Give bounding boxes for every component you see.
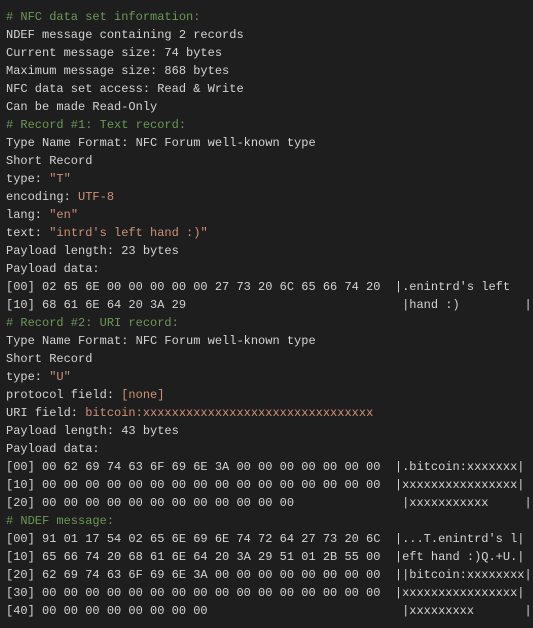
- terminal-line: [20] 62 69 74 63 6F 69 6E 3A 00 00 00 00…: [6, 566, 527, 584]
- field-value: bitcoin:xxxxxxxxxxxxxxxxxxxxxxxxxxxxxxxx: [78, 406, 373, 420]
- field-value: "T": [42, 172, 71, 186]
- terminal-line: type: "U": [6, 368, 527, 386]
- terminal-line: Short Record: [6, 350, 527, 368]
- field-label: URI field:: [6, 406, 78, 420]
- terminal-line: [10] 68 61 6E 64 20 3A 29 |hand :) |: [6, 296, 527, 314]
- terminal-line: Type Name Format: NFC Forum well-known t…: [6, 332, 527, 350]
- terminal-line: Payload length: 43 bytes: [6, 422, 527, 440]
- field-label: encoding:: [6, 190, 71, 204]
- terminal-line: [40] 00 00 00 00 00 00 00 00 |xxxxxxxxx …: [6, 602, 527, 620]
- terminal-line: Payload data:: [6, 260, 527, 278]
- terminal-line: [30] 00 00 00 00 00 00 00 00 00 00 00 00…: [6, 584, 527, 602]
- field-label: type:: [6, 370, 42, 384]
- terminal-line: [10] 00 00 00 00 00 00 00 00 00 00 00 00…: [6, 476, 527, 494]
- terminal-line: [00] 91 01 17 54 02 65 6E 69 6E 74 72 64…: [6, 530, 527, 548]
- field-value: "intrd's left hand :)": [42, 226, 208, 240]
- terminal-line: lang: "en": [6, 206, 527, 224]
- field-value: "U": [42, 370, 71, 384]
- field-value: UTF-8: [71, 190, 114, 204]
- terminal-line: # NDEF message:: [6, 512, 527, 530]
- field-value: "en": [42, 208, 78, 222]
- terminal-line: Maximum message size: 868 bytes: [6, 62, 527, 80]
- terminal-line: protocol field: [none]: [6, 386, 527, 404]
- field-label: text:: [6, 226, 42, 240]
- terminal-line: Current message size: 74 bytes: [6, 44, 527, 62]
- terminal-line: Payload data:: [6, 440, 527, 458]
- field-value: [none]: [114, 388, 164, 402]
- terminal-line: # Record #2: URI record:: [6, 314, 527, 332]
- terminal-line: type: "T": [6, 170, 527, 188]
- terminal-line: # NFC data set information:: [6, 8, 527, 26]
- terminal-line: [10] 65 66 74 20 68 61 6E 64 20 3A 29 51…: [6, 548, 527, 566]
- field-label: type:: [6, 172, 42, 186]
- terminal-line: NFC data set access: Read & Write: [6, 80, 527, 98]
- terminal-line: Type Name Format: NFC Forum well-known t…: [6, 134, 527, 152]
- terminal-line: Short Record: [6, 152, 527, 170]
- terminal-line: text: "intrd's left hand :)": [6, 224, 527, 242]
- terminal-line: [20] 00 00 00 00 00 00 00 00 00 00 00 00…: [6, 494, 527, 512]
- terminal-line: # Record #1: Text record:: [6, 116, 527, 134]
- terminal-line: Can be made Read-Only: [6, 98, 527, 116]
- terminal-line: Payload length: 23 bytes: [6, 242, 527, 260]
- terminal-line: encoding: UTF-8: [6, 188, 527, 206]
- terminal-line: NDEF message containing 2 records: [6, 26, 527, 44]
- field-label: lang:: [6, 208, 42, 222]
- field-label: protocol field:: [6, 388, 114, 402]
- terminal-line: URI field: bitcoin:xxxxxxxxxxxxxxxxxxxxx…: [6, 404, 527, 422]
- terminal-line: [00] 00 62 69 74 63 6F 69 6E 3A 00 00 00…: [6, 458, 527, 476]
- terminal-output: # NFC data set information:NDEF message …: [6, 8, 527, 620]
- terminal-line: [00] 02 65 6E 00 00 00 00 00 27 73 20 6C…: [6, 278, 527, 296]
